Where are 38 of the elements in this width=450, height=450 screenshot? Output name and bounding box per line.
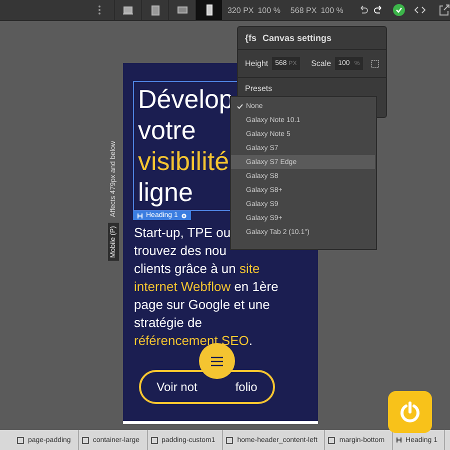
heading-line: votre (138, 115, 196, 146)
more-icon[interactable] (98, 5, 101, 15)
width-zoom: 100 % (258, 6, 280, 14)
body-line: référencement SEO. (134, 332, 253, 350)
panel-icon: {fs (245, 33, 257, 43)
tablet-icon (148, 4, 161, 16)
laptop-icon (122, 4, 134, 16)
power-icon (399, 401, 421, 423)
body-line: clients grâce à un site (134, 260, 260, 278)
box-icon (17, 436, 24, 444)
height-value: 568 PX (290, 6, 317, 14)
device-tab[interactable] (194, 0, 222, 20)
resize-icon (370, 58, 379, 68)
heading-line: Dévelop (138, 84, 234, 115)
menu-icon (210, 356, 224, 366)
width-value: 320 PX (227, 6, 254, 14)
check-icon[interactable] (393, 4, 406, 16)
body-line: page sur Google et une (134, 296, 270, 314)
heading-icon (396, 437, 402, 443)
box-icon (328, 436, 336, 444)
panel-title: Canvas settings (262, 33, 332, 43)
tablet-icon (176, 4, 188, 16)
heading-icon (137, 212, 143, 218)
height-zoom: 100 % (320, 6, 344, 14)
height-label: Height (245, 59, 268, 68)
body-line: Start-up, TPE ou (134, 224, 231, 242)
body-line: internet Webflow en 1ère (134, 278, 278, 296)
box-icon (150, 436, 158, 444)
body-line: trouvez des nou (134, 242, 227, 260)
heading-line: visibilité (138, 146, 230, 177)
export-icon (438, 4, 450, 16)
code-icon (414, 4, 426, 16)
box-icon (226, 436, 234, 444)
scale-label: Scale (311, 59, 332, 68)
heading-line: ligne (138, 177, 193, 208)
presets-label: Presets (245, 84, 272, 93)
box-icon (82, 436, 89, 444)
body-line: stratégie de (134, 314, 202, 332)
